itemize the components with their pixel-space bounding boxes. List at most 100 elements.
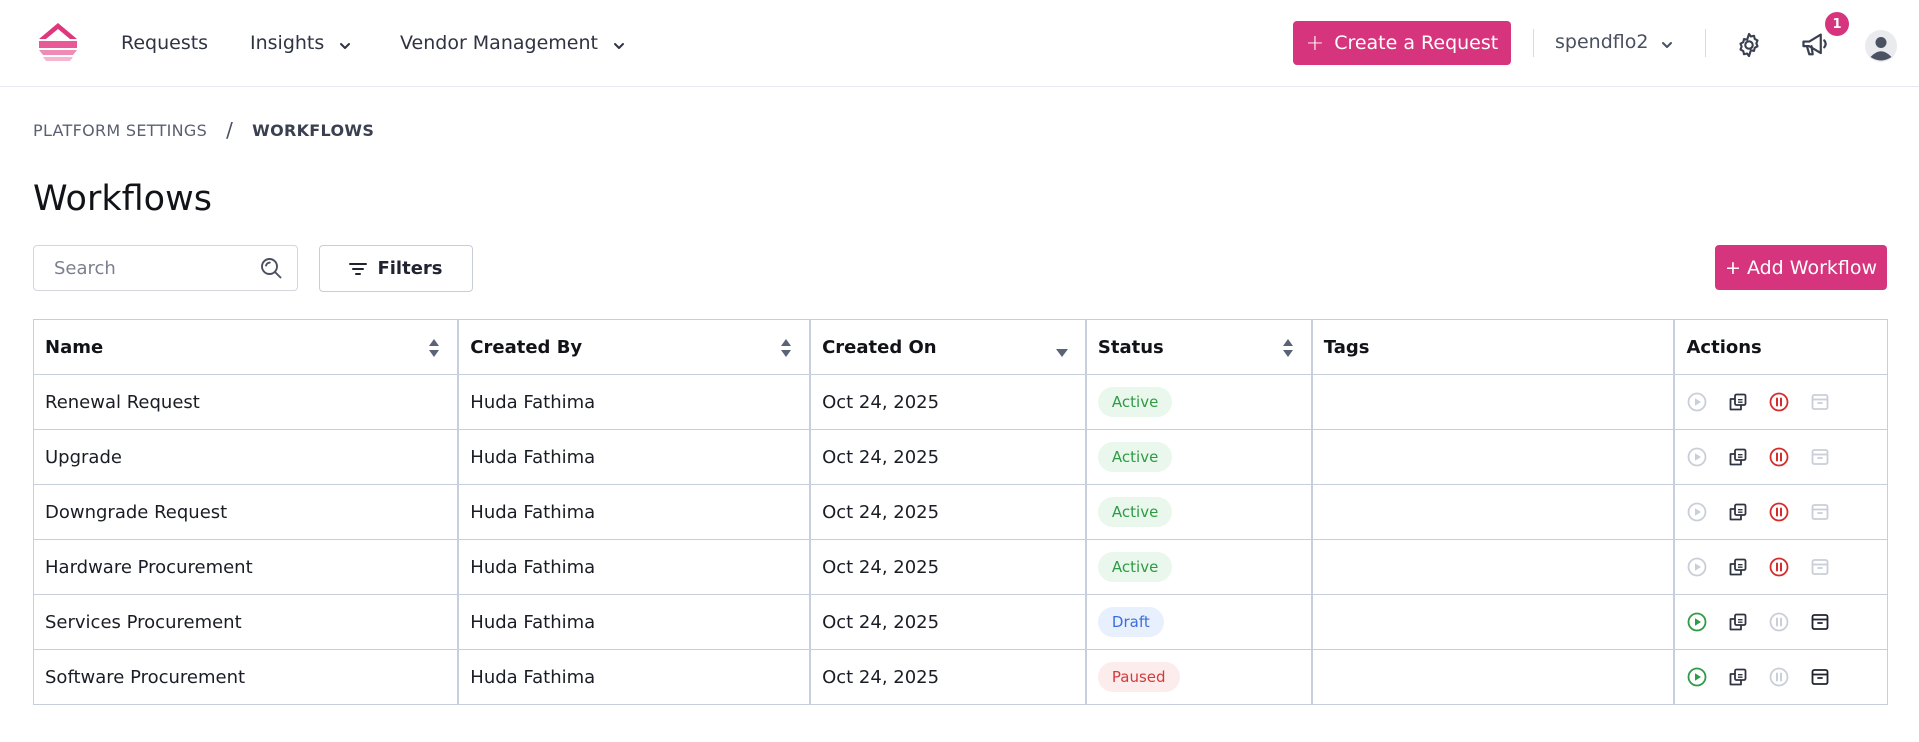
duplicate-copy-icon[interactable]	[1727, 446, 1749, 468]
column-header-label: Status	[1097, 336, 1164, 358]
nav-vendor-management-label: Vendor Management	[400, 32, 598, 54]
create-request-button[interactable]: + Create a Request	[1293, 21, 1511, 65]
breadcrumb: PLATFORM SETTINGS / WORKFLOWS	[33, 118, 374, 142]
filters-button[interactable]: Filters	[319, 245, 473, 292]
row-actions	[1675, 501, 1887, 523]
filters-label: Filters	[377, 258, 443, 279]
search-icon[interactable]	[259, 256, 283, 280]
table-body: Renewal Request Huda Fathima Oct 24, 2025 A…	[33, 374, 1889, 705]
nav-insights-label: Insights	[250, 32, 325, 54]
announcement-megaphone-icon[interactable]	[1798, 29, 1832, 61]
column-header-status[interactable]: Status	[1084, 319, 1313, 375]
created-on-cell: Oct 24, 2025	[809, 594, 1087, 650]
workflow-name-cell: Renewal Request	[33, 374, 459, 430]
archive-icon	[1809, 556, 1831, 578]
table-row[interactable]: Hardware Procurement Huda Fathima Oct 24, …	[33, 539, 1889, 595]
duplicate-copy-icon[interactable]	[1727, 611, 1749, 633]
column-header-label: Created By	[470, 336, 583, 358]
created-on-cell: Oct 24, 2025	[809, 429, 1087, 485]
workflow-name-cell: Downgrade Request	[33, 484, 459, 540]
status-badge: Active	[1097, 442, 1173, 472]
created-by-cell: Huda Fathima	[457, 594, 811, 650]
column-header-actions: Actions	[1673, 319, 1889, 375]
organization-switcher[interactable]: spendflo2	[1555, 31, 1674, 53]
workflows-table: Name Created By Created On Status Tags Action…	[33, 319, 1889, 705]
pause-icon[interactable]	[1768, 501, 1790, 523]
activate-play-icon	[1686, 556, 1708, 578]
status-badge: Paused	[1097, 662, 1180, 692]
column-header-label: Created On	[822, 336, 937, 358]
workflow-name-cell: Hardware Procurement	[33, 539, 459, 595]
duplicate-copy-icon[interactable]	[1727, 666, 1749, 688]
table-row[interactable]: Services Procurement Huda Fathima Oct 24, …	[33, 594, 1889, 650]
column-header-created-by[interactable]: Created By	[457, 319, 811, 375]
tags-cell	[1310, 649, 1675, 705]
table-row[interactable]: Renewal Request Huda Fathima Oct 24, 2025 A…	[33, 374, 1889, 430]
pause-icon	[1768, 666, 1790, 688]
add-workflow-button[interactable]: + Add Workflow	[1715, 245, 1887, 290]
duplicate-copy-icon[interactable]	[1727, 556, 1749, 578]
column-header-label: Actions	[1686, 336, 1762, 358]
nav-insights[interactable]: Insights	[250, 31, 352, 55]
archive-icon[interactable]	[1809, 666, 1831, 688]
activate-play-icon	[1686, 501, 1708, 523]
settings-gear-icon[interactable]	[1734, 30, 1764, 60]
nav-vendor-management[interactable]: Vendor Management	[400, 31, 626, 55]
tags-cell	[1310, 374, 1675, 430]
sort-icon[interactable]	[1282, 338, 1294, 358]
sort-icon[interactable]	[780, 338, 792, 358]
table-row[interactable]: Software Procurement Huda Fathima Oct 24, …	[33, 649, 1889, 705]
archive-icon[interactable]	[1809, 611, 1831, 633]
sort-icon[interactable]	[428, 338, 440, 358]
organization-name: spendflo2	[1555, 31, 1649, 53]
column-header-created-on[interactable]: Created On	[809, 319, 1087, 375]
nav-requests-label: Requests	[121, 32, 209, 54]
workflow-name-cell: Services Procurement	[33, 594, 459, 650]
status-badge: Draft	[1097, 607, 1164, 637]
created-by-cell: Huda Fathima	[457, 649, 811, 705]
duplicate-copy-icon[interactable]	[1727, 501, 1749, 523]
created-by-cell: Huda Fathima	[457, 539, 811, 595]
row-actions	[1675, 446, 1887, 468]
filter-icon	[349, 262, 368, 275]
activate-play-icon[interactable]	[1686, 666, 1708, 688]
tags-cell	[1310, 594, 1675, 650]
page-title: Workflows	[33, 179, 212, 219]
plus-icon: +	[1305, 30, 1325, 56]
pause-icon[interactable]	[1768, 391, 1790, 413]
actions-cell	[1673, 539, 1889, 595]
archive-icon	[1809, 391, 1831, 413]
sort-descending-icon[interactable]	[1055, 342, 1069, 357]
tags-cell	[1310, 429, 1675, 485]
breadcrumb-platform-settings[interactable]: PLATFORM SETTINGS	[33, 121, 207, 140]
workflow-name-cell: Software Procurement	[33, 649, 459, 705]
actions-cell	[1673, 649, 1889, 705]
spendflo-logo-icon[interactable]	[37, 23, 79, 63]
chevron-down-icon	[338, 36, 352, 50]
breadcrumb-separator: /	[226, 118, 234, 142]
activate-play-icon	[1686, 391, 1708, 413]
pause-icon[interactable]	[1768, 556, 1790, 578]
table-row[interactable]: Upgrade Huda Fathima Oct 24, 2025 Active	[33, 429, 1889, 485]
status-badge: Active	[1097, 497, 1173, 527]
status-badge: Active	[1097, 387, 1173, 417]
actions-cell	[1673, 429, 1889, 485]
activate-play-icon[interactable]	[1686, 611, 1708, 633]
pause-icon[interactable]	[1768, 446, 1790, 468]
workflow-name-cell: Upgrade	[33, 429, 459, 485]
column-header-label: Tags	[1323, 336, 1370, 358]
created-on-cell: Oct 24, 2025	[809, 374, 1087, 430]
created-by-cell: Huda Fathima	[457, 374, 811, 430]
created-on-cell: Oct 24, 2025	[809, 539, 1087, 595]
nav-requests[interactable]: Requests	[121, 31, 208, 55]
column-header-name[interactable]: Name	[33, 319, 459, 375]
duplicate-copy-icon[interactable]	[1727, 391, 1749, 413]
search-input[interactable]	[54, 246, 254, 290]
pause-icon	[1768, 611, 1790, 633]
chevron-down-icon	[1660, 35, 1674, 49]
table-row[interactable]: Downgrade Request Huda Fathima Oct 24, 202…	[33, 484, 1889, 540]
status-badge: Active	[1097, 552, 1173, 582]
activate-play-icon	[1686, 446, 1708, 468]
user-avatar-icon[interactable]	[1865, 30, 1897, 62]
row-actions	[1675, 556, 1887, 578]
